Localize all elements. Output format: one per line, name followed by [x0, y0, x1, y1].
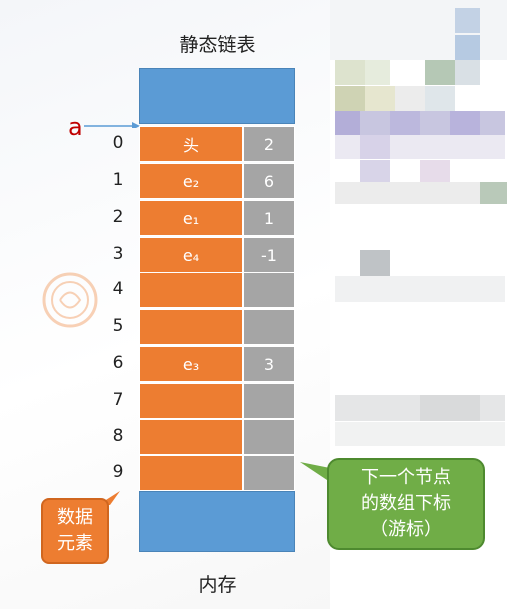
- cursor-cell: 6: [243, 163, 295, 199]
- row-index: 7: [112, 390, 124, 410]
- watermark-logo-icon: [42, 272, 98, 328]
- memory-block-top: [139, 68, 295, 124]
- cursor-cell: [243, 383, 295, 419]
- cursor-cell: -1: [243, 237, 295, 273]
- array-row: [139, 383, 295, 419]
- diagram-title: 静态链表: [179, 34, 256, 56]
- row-index: 9: [112, 462, 124, 482]
- callout-next-index: 下一个节点 的数组下标 （游标）: [327, 458, 485, 550]
- row-index: 1: [112, 170, 124, 190]
- data-cell: e₃: [139, 346, 243, 382]
- data-cell: [139, 309, 243, 345]
- callout-tail-right-icon: [300, 462, 330, 482]
- data-cell: 头: [139, 126, 243, 162]
- callout-next-line1: 下一个节点: [361, 467, 451, 488]
- memory-label: 内存: [198, 574, 237, 596]
- cursor-cell: [243, 419, 295, 455]
- callout-data-line1: 数据: [57, 507, 93, 528]
- cursor-cell: 3: [243, 346, 295, 382]
- data-cell: [139, 272, 243, 308]
- row-index: 6: [112, 353, 124, 373]
- cursor-cell: [243, 309, 295, 345]
- cursor-cell: 1: [243, 200, 295, 236]
- data-cell: e₁: [139, 200, 243, 236]
- array-row: e₃ 3: [139, 346, 295, 382]
- data-cell: e₄: [139, 237, 243, 273]
- array-row: [139, 309, 295, 345]
- array-row: [139, 272, 295, 308]
- array-row: e₂ 6: [139, 163, 295, 199]
- row-index: 8: [112, 426, 124, 446]
- row-index: 3: [112, 244, 124, 264]
- callout-next-line3: （游标）: [370, 519, 442, 540]
- array-row: 头2: [139, 126, 295, 162]
- row-index: 0: [112, 133, 124, 153]
- data-cell: [139, 419, 243, 455]
- data-cell: [139, 455, 243, 491]
- array-row: e₄ -1: [139, 237, 295, 273]
- cursor-cell: [243, 272, 295, 308]
- callout-data-element: 数据 元素: [41, 498, 109, 564]
- array-row: [139, 419, 295, 455]
- memory-block-bottom: [139, 491, 295, 552]
- cursor-cell: [243, 455, 295, 491]
- array-row: [139, 455, 295, 491]
- callout-data-line2: 元素: [57, 533, 93, 554]
- pointer-label: a: [68, 113, 83, 141]
- cursor-cell: 2: [243, 126, 295, 162]
- data-cell: [139, 383, 243, 419]
- pointer-arrow-icon: [84, 122, 140, 128]
- callout-next-line2: 的数组下标: [361, 493, 451, 514]
- row-index: 2: [112, 207, 124, 227]
- array-row: e₁ 1: [139, 200, 295, 236]
- data-cell: e₂: [139, 163, 243, 199]
